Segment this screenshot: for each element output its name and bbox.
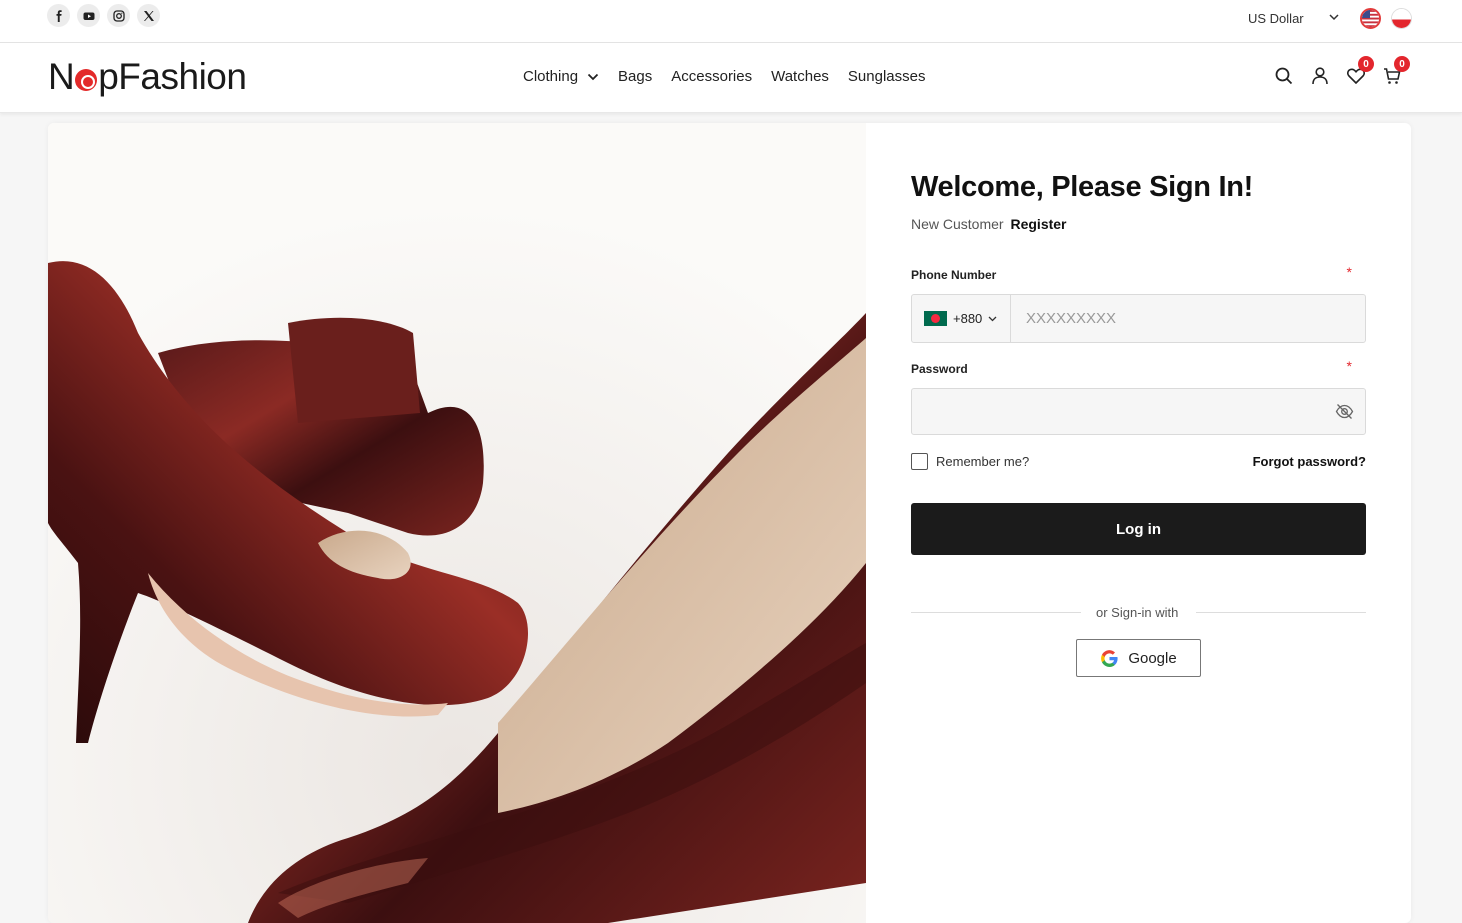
country-code: +880 [953, 311, 983, 326]
required-marker: * [1346, 264, 1352, 280]
nav-label: Watches [771, 68, 829, 85]
currency-selector[interactable]: US Dollar [1248, 11, 1339, 26]
eye-off-icon[interactable] [1335, 402, 1354, 426]
youtube-icon[interactable] [77, 4, 100, 27]
main-nav: Clothing Bags Accessories Watches Sungla… [523, 68, 925, 85]
polish-flag-icon[interactable] [1391, 8, 1412, 29]
remember-checkbox[interactable] [911, 453, 928, 470]
top-bar: US Dollar [0, 0, 1462, 43]
language-selector [1360, 8, 1412, 29]
social-links [47, 4, 160, 27]
or-signin-text: or Sign-in with [1096, 605, 1179, 620]
nav-label: Accessories [671, 68, 753, 85]
nav-item-sunglasses[interactable]: Sunglasses [848, 68, 926, 85]
new-customer-text: New Customer [911, 216, 1004, 232]
logo-suffix: pFashion [98, 56, 247, 97]
google-label: Google [1128, 649, 1177, 667]
chevron-down-icon [587, 73, 599, 80]
login-button[interactable]: Log in [911, 503, 1366, 555]
cart-icon[interactable]: 0 [1382, 56, 1410, 86]
divider-line [1196, 612, 1366, 613]
password-label: Password [911, 362, 968, 376]
remember-label: Remember me? [936, 454, 1030, 469]
x-twitter-icon[interactable] [137, 4, 160, 27]
chevron-down-icon [1328, 11, 1340, 26]
nav-item-bags[interactable]: Bags [618, 68, 652, 85]
login-form: Welcome, Please Sign In! New Customer Re… [911, 123, 1366, 923]
header-icons: 0 0 [1274, 56, 1410, 86]
nav-item-watches[interactable]: Watches [771, 68, 829, 85]
logo-prefix: N [48, 56, 75, 97]
user-icon[interactable] [1310, 66, 1330, 86]
divider-line [911, 612, 1081, 613]
new-customer-line: New Customer Register [911, 216, 1067, 232]
google-signin-button[interactable]: Google [1076, 639, 1201, 677]
login-card: Welcome, Please Sign In! New Customer Re… [48, 123, 1411, 923]
instagram-icon[interactable] [107, 4, 130, 27]
main-header: NpFashion Clothing Bags Accessories Watc… [0, 43, 1462, 113]
facebook-icon[interactable] [47, 4, 70, 27]
password-field [911, 388, 1366, 435]
register-link[interactable]: Register [1010, 216, 1066, 232]
phone-label: Phone Number [911, 268, 997, 282]
phone-field: +880 [911, 294, 1366, 343]
logo-mark-icon [75, 69, 98, 91]
signin-divider: or Sign-in with [911, 605, 1366, 620]
currency-label: US Dollar [1248, 11, 1304, 26]
nav-label: Clothing [523, 68, 579, 85]
search-icon[interactable] [1274, 66, 1294, 86]
wishlist-heart-icon[interactable]: 0 [1346, 56, 1374, 86]
bangladesh-flag-icon [924, 311, 947, 326]
wishlist-count-badge: 0 [1358, 56, 1374, 72]
required-marker: * [1346, 358, 1352, 374]
chevron-down-icon [988, 316, 997, 322]
cart-count-badge: 0 [1394, 56, 1410, 72]
nav-label: Bags [618, 68, 653, 85]
shoes-hero-image [48, 123, 866, 923]
forgot-password-link[interactable]: Forgot password? [1253, 454, 1366, 469]
remember-me[interactable]: Remember me? [911, 453, 1029, 470]
password-input[interactable] [912, 389, 1312, 434]
nav-item-clothing[interactable]: Clothing [523, 68, 599, 85]
nav-label: Sunglasses [847, 68, 926, 85]
phone-input[interactable] [1011, 295, 1365, 342]
country-code-selector[interactable]: +880 [912, 295, 1011, 342]
nav-item-accessories[interactable]: Accessories [671, 68, 752, 85]
page-title: Welcome, Please Sign In! [911, 171, 1253, 203]
site-logo[interactable]: NpFashion [48, 56, 247, 98]
english-flag-icon[interactable] [1360, 8, 1381, 29]
google-icon [1101, 649, 1118, 667]
